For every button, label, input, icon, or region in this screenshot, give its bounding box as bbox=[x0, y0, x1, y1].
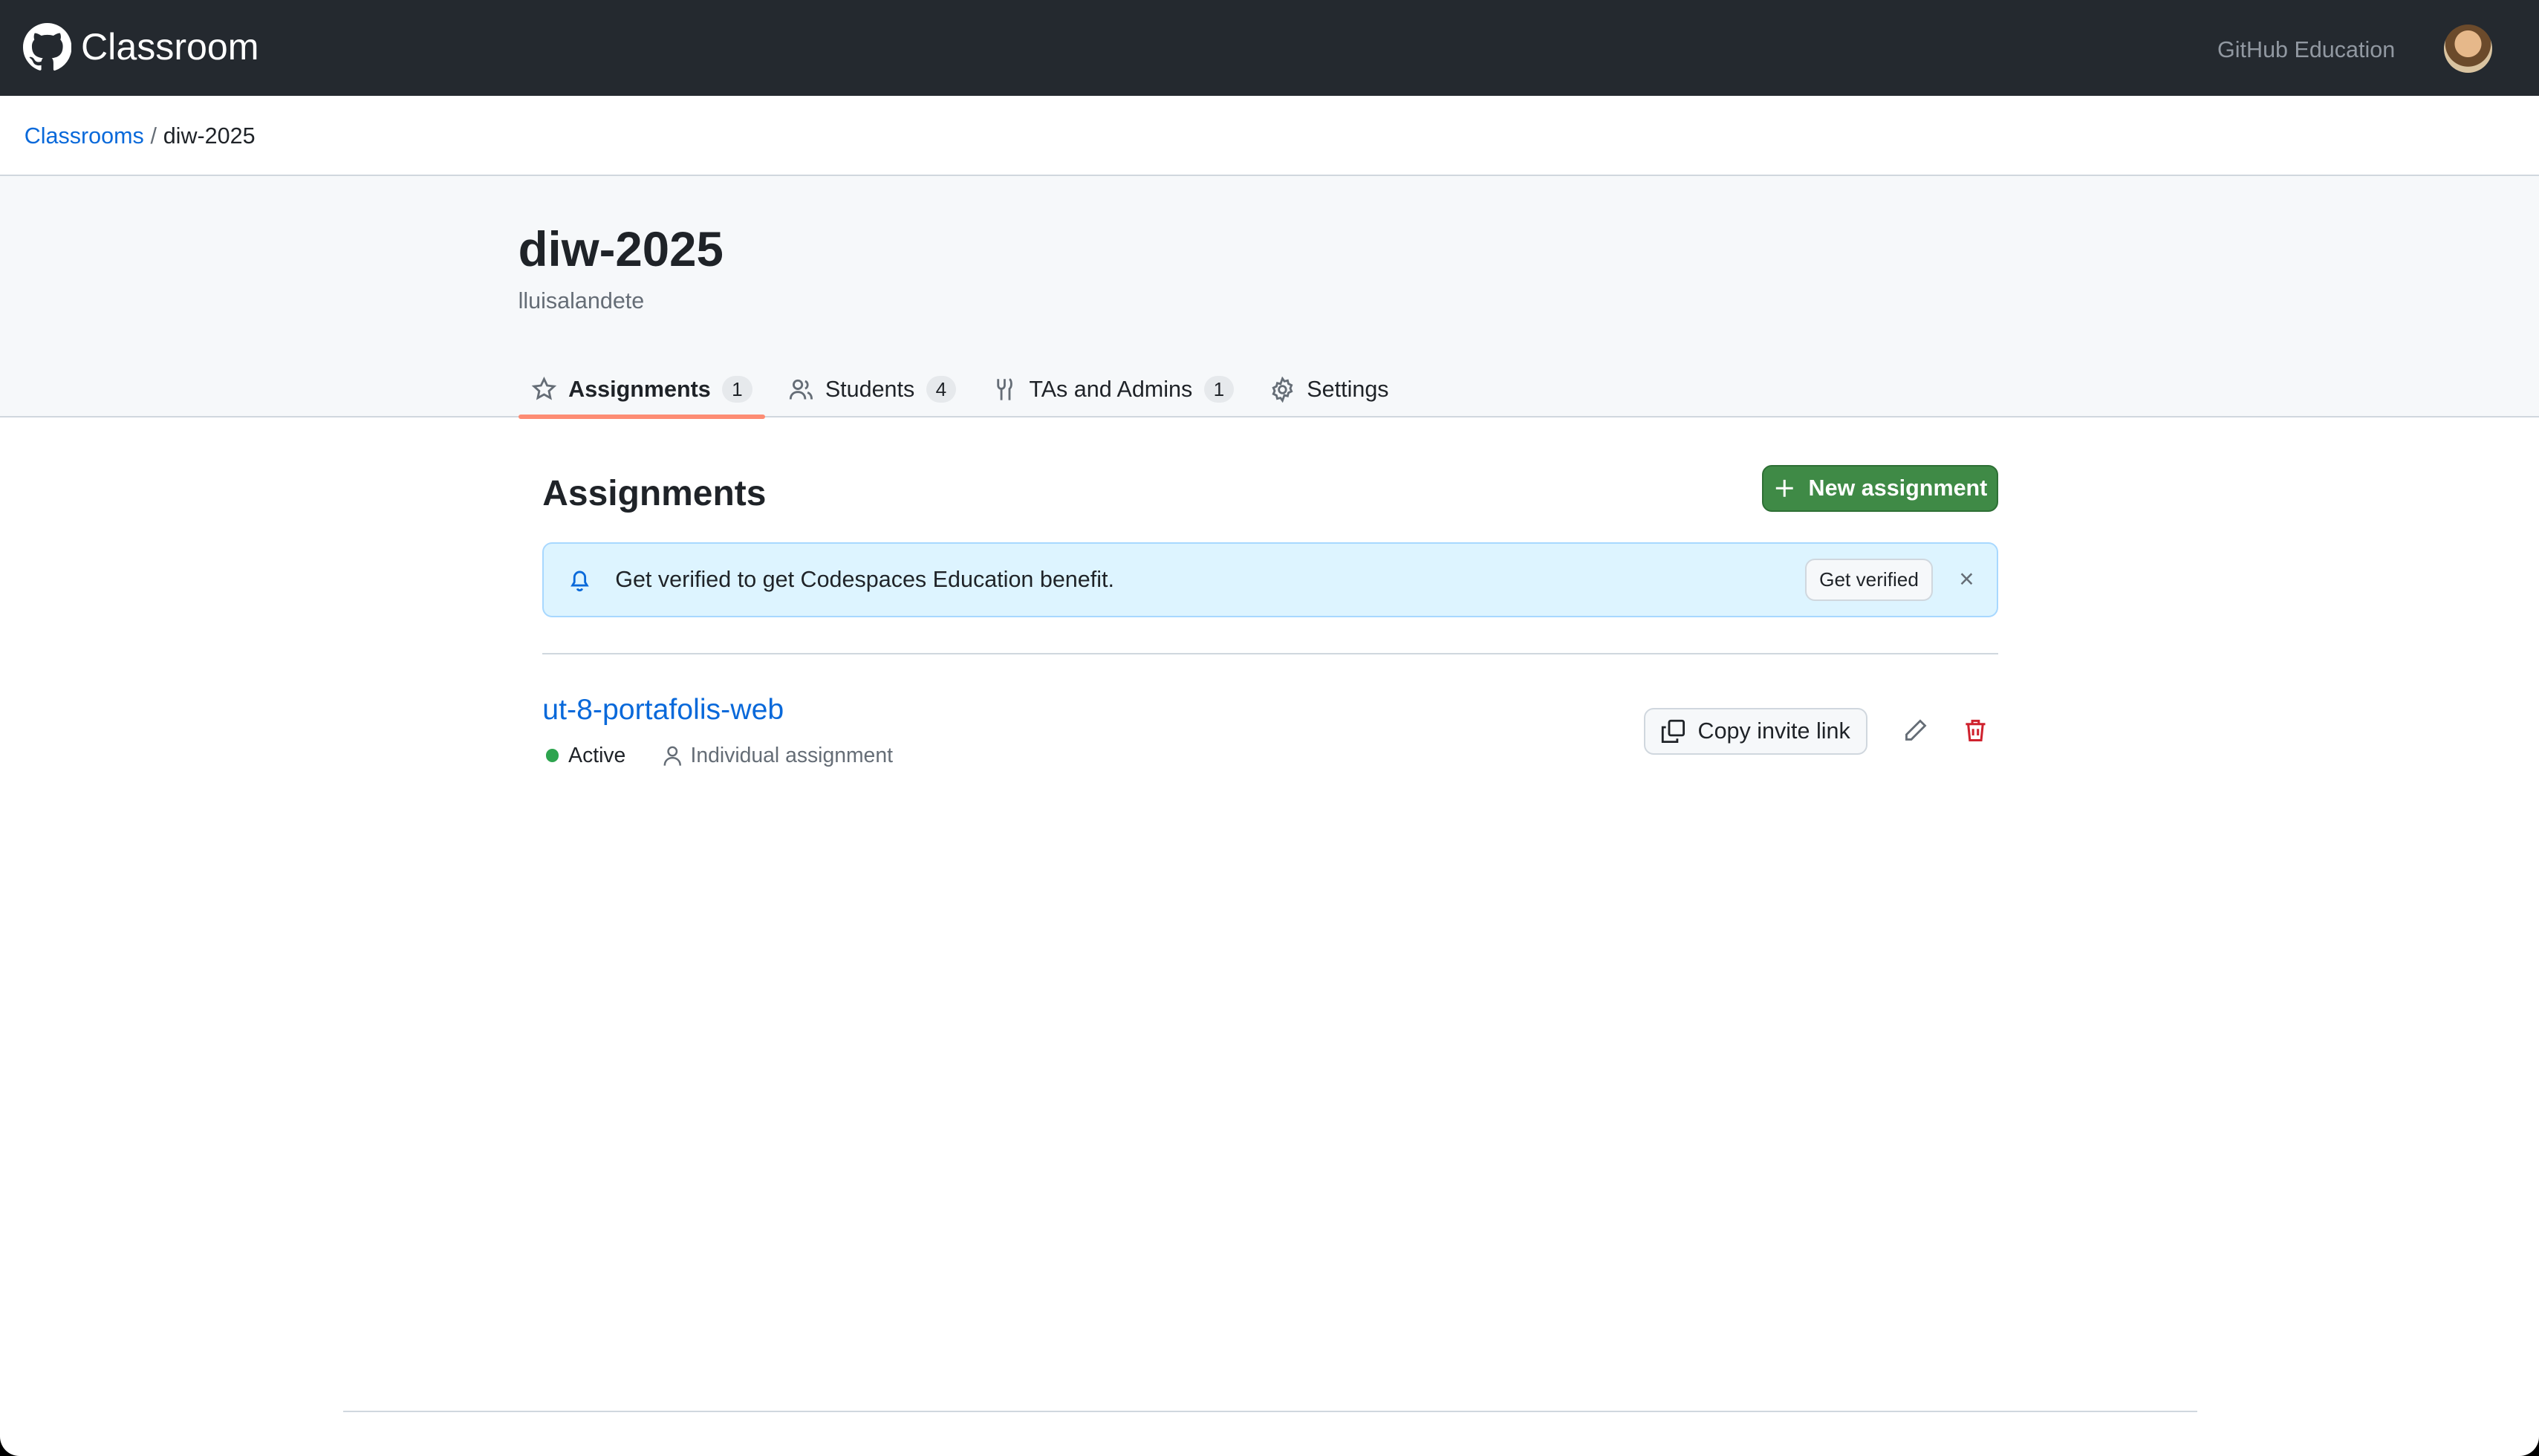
assignment-type: Individual assignment bbox=[690, 743, 893, 767]
github-education-link[interactable]: GitHub Education bbox=[2217, 37, 2395, 63]
tab-bar: Assignments 1 Students 4 TAs and Admins 1 S… bbox=[518, 361, 1411, 420]
plus-icon bbox=[1775, 479, 1793, 497]
trash-icon[interactable] bbox=[1963, 718, 1989, 744]
verification-banner: Get verified to get Codespaces Education… bbox=[542, 542, 1999, 617]
page-title: diw-2025 bbox=[518, 222, 724, 277]
breadcrumb: Classrooms / diw-2025 bbox=[25, 123, 256, 149]
star-icon bbox=[531, 376, 557, 400]
pencil-icon[interactable] bbox=[1902, 718, 1928, 744]
tab-assignments[interactable]: Assignments 1 bbox=[518, 361, 766, 420]
section-heading: Assignments bbox=[542, 473, 767, 513]
tab-label: TAs and Admins bbox=[1029, 376, 1193, 402]
tab-label: Settings bbox=[1307, 376, 1389, 402]
gear-icon bbox=[1272, 376, 1293, 403]
classroom-logo[interactable]: Classroom bbox=[22, 22, 259, 71]
get-verified-button[interactable]: Get verified bbox=[1804, 559, 1934, 601]
classroom-owner: lluisalandete bbox=[518, 287, 645, 313]
bell-icon bbox=[570, 571, 589, 592]
classroom-header: diw-2025 lluisalandete Assignments 1 Stud… bbox=[0, 175, 2539, 420]
brand-name: Classroom bbox=[80, 26, 259, 68]
tab-label: Students bbox=[825, 376, 915, 402]
people-icon bbox=[789, 379, 813, 400]
footer-divider bbox=[343, 1410, 2198, 1412]
breadcrumb-current: diw-2025 bbox=[163, 123, 256, 149]
breadcrumb-separator: / bbox=[150, 123, 157, 149]
user-avatar[interactable] bbox=[2443, 24, 2493, 74]
app: Classroom GitHub Education Classrooms / di… bbox=[0, 0, 2539, 1456]
breadcrumb-classrooms[interactable]: Classrooms bbox=[25, 123, 144, 149]
new-assignment-button[interactable]: New assignment bbox=[1761, 464, 1999, 512]
divider bbox=[542, 652, 1999, 654]
tools-icon bbox=[997, 377, 1013, 400]
status-dot-icon bbox=[545, 749, 559, 762]
copy-invite-link-button[interactable]: Copy invite link bbox=[1643, 707, 1867, 755]
tab-settings[interactable]: Settings bbox=[1257, 361, 1402, 417]
status-badge: Active bbox=[568, 743, 626, 767]
new-assignment-label: New assignment bbox=[1808, 475, 1988, 501]
tab-tas-and-admins[interactable]: TAs and Admins 1 bbox=[979, 361, 1247, 417]
github-icon bbox=[22, 22, 71, 71]
person-icon bbox=[663, 746, 682, 766]
tab-label: Assignments bbox=[568, 376, 711, 402]
assignment-meta: Active Individual assignment bbox=[545, 743, 893, 768]
assignment-link[interactable]: ut-8-portafolis-web bbox=[542, 693, 784, 727]
copy-label: Copy invite link bbox=[1697, 718, 1850, 744]
tab-count: 4 bbox=[926, 376, 957, 403]
copy-icon bbox=[1662, 719, 1685, 743]
tab-count: 1 bbox=[1203, 376, 1235, 403]
top-nav: Classroom GitHub Education bbox=[0, 0, 2539, 96]
banner-text: Get verified to get Codespaces Education… bbox=[615, 566, 1114, 592]
tab-students[interactable]: Students 4 bbox=[775, 361, 969, 417]
tab-count: 1 bbox=[722, 376, 752, 403]
close-icon[interactable]: × bbox=[1959, 565, 1974, 594]
